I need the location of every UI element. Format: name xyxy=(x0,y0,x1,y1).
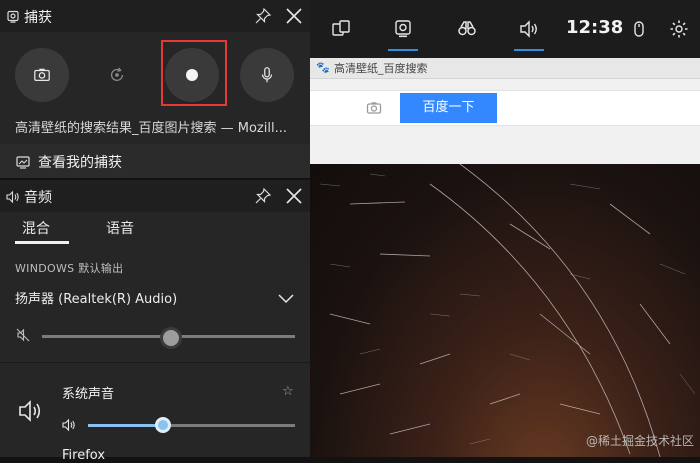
browser-window: 🐾 高清壁纸_百度搜索 百度一下 xyxy=(310,58,700,164)
audio-widget-icon xyxy=(6,189,20,204)
binoculars-icon[interactable] xyxy=(452,14,482,44)
baidu-paw-icon: 🐾 xyxy=(316,61,330,74)
firefox-app-label: Firefox xyxy=(62,448,106,463)
output-device-select[interactable]: 扬声器 (Realtek(R) Audio) xyxy=(15,288,177,307)
audio-tabs: 混合 语音 xyxy=(0,212,310,246)
capture-icon[interactable] xyxy=(388,14,418,51)
browser-tab-title: 高清壁纸_百度搜索 xyxy=(334,62,428,75)
default-output-label: WINDOWS 默认输出 xyxy=(15,262,124,275)
microphone-button[interactable] xyxy=(240,48,294,102)
camera-search-icon[interactable] xyxy=(366,100,382,116)
capture-widget: 捕获 高清壁纸的搜索结果_百度图片搜索 — Mozill... 查看我的捕获 xyxy=(0,0,310,178)
audio-widget: 音频 混合 语音 WINDOWS 默认输出 扬声器 (Realtek(R) Au… xyxy=(0,180,310,463)
master-volume-thumb[interactable] xyxy=(160,327,183,349)
screenshot-button[interactable] xyxy=(15,48,69,102)
audio-header: 音频 xyxy=(0,180,310,212)
system-sounds-speaker-icon xyxy=(18,398,44,424)
active-tab-indicator xyxy=(15,241,69,244)
search-bar: 百度一下 xyxy=(310,90,700,126)
baidu-search-button[interactable]: 百度一下 xyxy=(400,93,497,123)
system-sounds-volume-fill xyxy=(88,424,163,427)
audio-icon[interactable] xyxy=(514,14,544,51)
close-icon[interactable] xyxy=(284,186,304,206)
section-divider xyxy=(0,362,310,363)
audio-active-indicator xyxy=(514,49,544,51)
background-desktop: 🐾 高清壁纸_百度搜索 百度一下 @稀土掘金技术社区 xyxy=(310,0,700,457)
record-last-button[interactable] xyxy=(90,48,144,102)
view-captures-label: 查看我的捕获 xyxy=(38,155,122,171)
record-highlight-box xyxy=(161,40,227,106)
browser-tab[interactable]: 🐾 高清壁纸_百度搜索 xyxy=(310,58,700,79)
camera-icon xyxy=(34,68,50,82)
gear-icon[interactable] xyxy=(664,14,694,44)
capture-active-indicator xyxy=(388,49,418,51)
captured-window-title: 高清壁纸的搜索结果_百度图片搜索 — Mozill... xyxy=(15,121,287,136)
app-volume-icon[interactable] xyxy=(62,417,76,432)
audio-title: 音频 xyxy=(24,190,52,206)
mouse-icon[interactable] xyxy=(624,14,654,44)
view-captures-link[interactable]: 查看我的捕获 xyxy=(0,144,310,178)
tab-voice[interactable]: 语音 xyxy=(106,218,134,238)
microphone-icon xyxy=(261,67,273,83)
pin-icon[interactable] xyxy=(254,7,272,25)
capture-header: 捕获 xyxy=(0,0,310,32)
star-trails xyxy=(319,164,696,457)
wallpaper-star-trails: @稀土掘金技术社区 xyxy=(310,164,700,457)
favorite-star-icon[interactable]: ☆ xyxy=(282,384,294,399)
clock: 12:38 xyxy=(566,17,624,38)
game-bar-top: 12:38 xyxy=(310,0,700,58)
system-sounds-volume-thumb[interactable] xyxy=(154,417,171,433)
widgets-icon[interactable] xyxy=(326,14,356,44)
close-icon[interactable] xyxy=(284,6,304,26)
replay-icon xyxy=(110,67,124,81)
pin-icon[interactable] xyxy=(254,187,272,205)
tab-mix[interactable]: 混合 xyxy=(22,218,50,238)
capture-widget-icon xyxy=(6,9,20,23)
chevron-down-icon[interactable] xyxy=(277,290,295,304)
watermark-text: @稀土掘金技术社区 xyxy=(585,434,694,448)
speaker-muted-icon[interactable] xyxy=(15,327,31,343)
system-sounds-label: 系统声音 xyxy=(62,387,115,402)
capture-title: 捕获 xyxy=(24,10,52,26)
gallery-icon xyxy=(16,154,30,169)
